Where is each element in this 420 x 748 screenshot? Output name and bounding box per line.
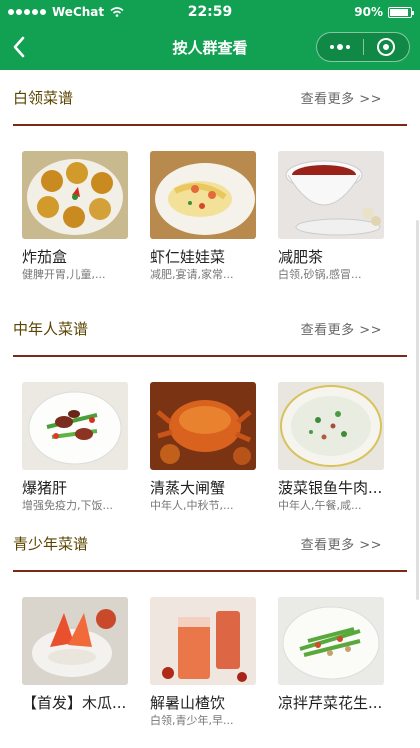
recipe-card[interactable]: 减肥茶 白领,砂锅,感冒... [278, 151, 384, 283]
recipe-tags: 中年人,午餐,咸... [278, 499, 362, 512]
recipe-list: 白领菜谱 查看更多 >> 炸茄盒 健脾开胃,儿童,... 虾仁娃娃菜 减肥,宴请… [0, 70, 420, 729]
recipe-tags: 增强免疫力,下饭... [22, 499, 113, 512]
signal-icon [8, 9, 46, 15]
battery-info: 90% [354, 5, 414, 19]
recipe-tags: 中年人,中秋节,... [150, 499, 234, 512]
recipe-name: 爆猪肝 [22, 479, 68, 497]
recipe-grid: 【首发】木瓜... 解暑山楂饮 白领,青少年,早... 凉拌芹菜花生... [0, 572, 420, 729]
nav-bar: 按人群查看 [0, 24, 420, 70]
recipe-card[interactable]: 炸茄盒 健脾开胃,儿童,... [22, 151, 128, 283]
recipe-image-hawthorn-drink [150, 597, 256, 685]
status-bar: WeChat 22:59 90% [0, 0, 420, 24]
carrier-name: WeChat [52, 5, 105, 19]
section-white-collar: 白领菜谱 查看更多 >> 炸茄盒 健脾开胃,儿童,... 虾仁娃娃菜 减肥,宴请… [0, 70, 420, 283]
recipe-tags: 减肥,宴请,家常... [150, 268, 234, 281]
back-button[interactable] [4, 24, 34, 70]
recipe-image-papaya [22, 597, 128, 685]
recipe-name: 凉拌芹菜花生... [278, 694, 383, 712]
recipe-card[interactable]: 凉拌芹菜花生... [278, 597, 384, 729]
recipe-card[interactable]: 解暑山楂饮 白领,青少年,早... [150, 597, 256, 729]
recipe-image-slimming-tea [278, 151, 384, 239]
recipe-card[interactable]: 菠菜银鱼牛肉... 中年人,午餐,咸... [278, 382, 384, 514]
recipe-card[interactable]: 清蒸大闸蟹 中年人,中秋节,... [150, 382, 256, 514]
recipe-grid: 炸茄盒 健脾开胃,儿童,... 虾仁娃娃菜 减肥,宴请,家常... 减肥茶 白领… [0, 126, 420, 283]
section-title: 白领菜谱 [13, 88, 74, 107]
recipe-card[interactable]: 虾仁娃娃菜 减肥,宴请,家常... [150, 151, 256, 283]
recipe-name: 解暑山楂饮 [150, 694, 226, 712]
section-teenager: 青少年菜谱 查看更多 >> 【首发】木瓜... 解暑山楂饮 白领,青少年,早..… [0, 516, 420, 729]
recipe-image-stir-fried-liver [22, 382, 128, 470]
battery-icon [388, 6, 414, 18]
recipe-image-spinach-beef-congee [278, 382, 384, 470]
section-middle-aged: 中年人菜谱 查看更多 >> 爆猪肝 增强免疫力,下饭... 清蒸大闸蟹 中年人,… [0, 301, 420, 514]
recipe-image-shrimp-cabbage [150, 151, 256, 239]
recipe-image-celery-peanut [278, 597, 384, 685]
more-button[interactable] [317, 33, 363, 61]
section-header: 中年人菜谱 查看更多 >> [0, 301, 420, 355]
section-title: 青少年菜谱 [13, 534, 89, 553]
recipe-name: 【首发】木瓜... [22, 694, 127, 712]
see-more-link[interactable]: 查看更多 >> [301, 88, 382, 107]
recipe-tags: 健脾开胃,儿童,... [22, 268, 106, 281]
recipe-tags: 白领,青少年,早... [150, 714, 234, 727]
recipe-image-fried-eggplant [22, 151, 128, 239]
recipe-card[interactable]: 爆猪肝 增强免疫力,下饭... [22, 382, 128, 514]
mini-program-capsule [316, 32, 410, 62]
target-circle-icon [377, 38, 396, 56]
see-more-link[interactable]: 查看更多 >> [301, 534, 382, 553]
recipe-card[interactable]: 【首发】木瓜... [22, 597, 128, 729]
chevron-left-icon [13, 36, 25, 58]
close-button[interactable] [364, 33, 410, 61]
section-header: 白领菜谱 查看更多 >> [0, 70, 420, 124]
see-more-link[interactable]: 查看更多 >> [301, 319, 382, 338]
battery-percent: 90% [354, 5, 383, 19]
recipe-grid: 爆猪肝 增强免疫力,下饭... 清蒸大闸蟹 中年人,中秋节,... 菠菜银鱼牛肉… [0, 357, 420, 514]
more-dots-icon [329, 44, 350, 50]
recipe-name: 虾仁娃娃菜 [150, 248, 226, 266]
section-header: 青少年菜谱 查看更多 >> [0, 516, 420, 570]
recipe-name: 菠菜银鱼牛肉... [278, 479, 383, 497]
scrollbar[interactable] [416, 220, 419, 600]
wifi-icon [110, 7, 124, 17]
carrier-info: WeChat [8, 5, 124, 19]
recipe-image-steamed-crab [150, 382, 256, 470]
recipe-name: 炸茄盒 [22, 248, 68, 266]
section-title: 中年人菜谱 [13, 319, 89, 338]
recipe-name: 清蒸大闸蟹 [150, 479, 226, 497]
recipe-name: 减肥茶 [278, 248, 324, 266]
recipe-tags: 白领,砂锅,感冒... [278, 268, 362, 281]
